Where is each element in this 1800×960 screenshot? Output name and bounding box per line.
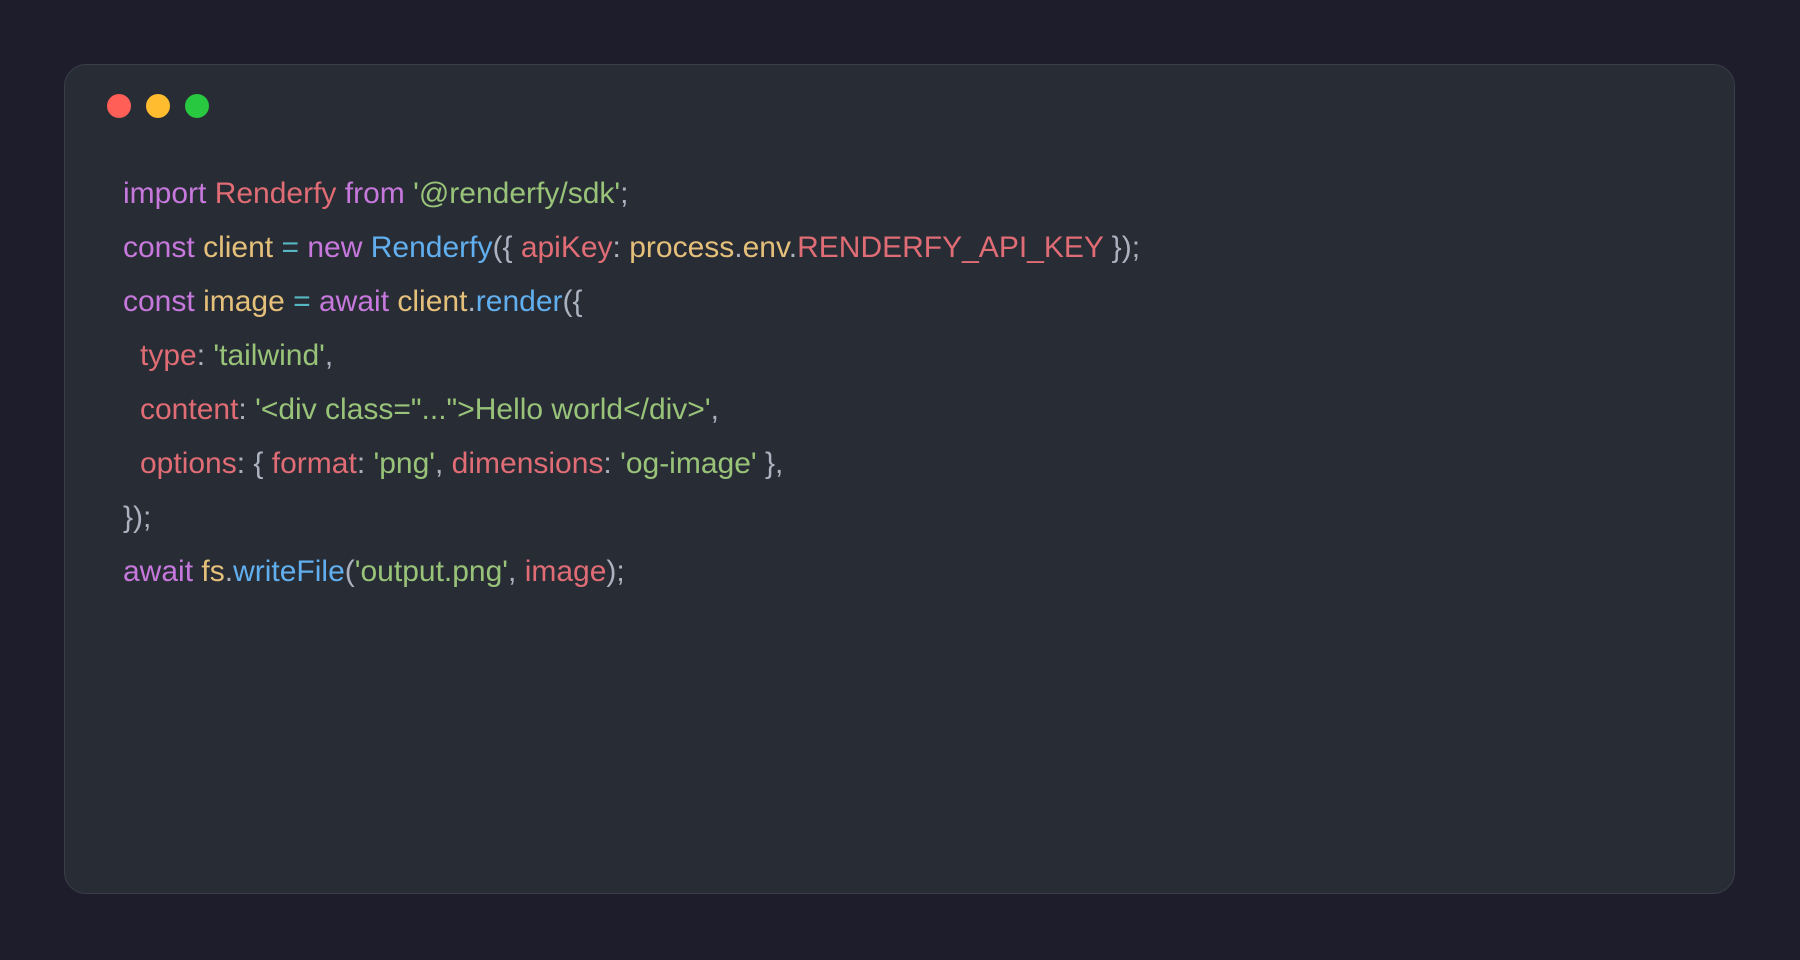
property-token: options: [140, 447, 237, 480]
variable-token: fs: [201, 555, 225, 588]
variable-token: image: [524, 555, 607, 588]
punctuation-token: );: [606, 555, 625, 588]
code-line-2: const client = new Renderfy({ apiKey: pr…: [123, 221, 1694, 275]
punctuation-token: :: [196, 339, 214, 372]
punctuation-token: .: [467, 285, 476, 318]
string-token: 'tailwind': [213, 339, 325, 372]
code-line-7: });: [123, 491, 1694, 545]
property-token: apiKey: [520, 231, 613, 264]
punctuation-token: });: [123, 501, 152, 534]
keyword-token: await: [123, 555, 194, 588]
string-token: 'og-image': [620, 447, 757, 480]
minimize-window-button[interactable]: [146, 94, 170, 118]
variable-token: env: [742, 231, 789, 264]
punctuation-token: ,: [435, 447, 452, 480]
punctuation-token: :: [603, 447, 621, 480]
function-token: render: [475, 285, 563, 318]
function-token: writeFile: [233, 555, 345, 588]
keyword-token: const: [123, 231, 195, 264]
keyword-token: const: [123, 285, 195, 318]
property-token: type: [140, 339, 197, 372]
punctuation-token: });: [1103, 231, 1141, 264]
punctuation-token: },: [756, 447, 784, 480]
punctuation-token: ({: [492, 231, 521, 264]
variable-token: client: [397, 285, 468, 318]
class-constructor-token: Renderfy: [370, 231, 493, 264]
punctuation-token: ,: [710, 393, 719, 426]
code-line-6: options: { format: 'png', dimensions: 'o…: [123, 437, 1694, 491]
class-token: Renderfy: [214, 177, 337, 210]
string-token: 'output.png': [354, 555, 509, 588]
code-line-8: await fs.writeFile('output.png', image);: [123, 545, 1694, 599]
punctuation-token: .: [788, 231, 798, 264]
keyword-token: new: [307, 231, 363, 264]
punctuation-token: :: [356, 447, 374, 480]
punctuation-token: : {: [236, 447, 272, 480]
variable-token: image: [203, 285, 285, 318]
variable-token: process: [629, 231, 735, 264]
property-token: RENDERFY_API_KEY: [797, 231, 1104, 264]
code-line-3: const image = await client.render({: [123, 275, 1694, 329]
punctuation-token: ,: [508, 555, 525, 588]
punctuation-token: .: [224, 555, 234, 588]
close-window-button[interactable]: [107, 94, 131, 118]
keyword-token: from: [344, 177, 405, 210]
string-token: 'png': [373, 447, 435, 480]
punctuation-token: ,: [324, 339, 334, 372]
string-token: '<div class="...">Hello world</div>': [255, 393, 711, 426]
variable-token: client: [203, 231, 274, 264]
window-controls: [107, 94, 209, 118]
punctuation-token: ;: [620, 177, 629, 210]
property-token: format: [271, 447, 357, 480]
punctuation-token: ({: [562, 285, 583, 318]
code-line-1: import Renderfy from '@renderfy/sdk';: [123, 167, 1694, 221]
code-window: import Renderfy from '@renderfy/sdk'; co…: [64, 64, 1735, 894]
maximize-window-button[interactable]: [185, 94, 209, 118]
punctuation-token: :: [238, 393, 256, 426]
code-line-4: type: 'tailwind',: [123, 329, 1694, 383]
keyword-token: await: [319, 285, 390, 318]
property-token: dimensions: [451, 447, 604, 480]
code-line-5: content: '<div class="...">Hello world</…: [123, 383, 1694, 437]
keyword-token: import: [123, 177, 207, 210]
punctuation-token: (: [344, 555, 355, 588]
code-block: import Renderfy from '@renderfy/sdk'; co…: [123, 167, 1694, 599]
property-token: content: [140, 393, 239, 426]
operator-token: =: [281, 231, 299, 264]
operator-token: =: [293, 285, 311, 318]
string-token: '@renderfy/sdk': [413, 177, 621, 210]
punctuation-token: .: [734, 231, 743, 264]
punctuation-token: :: [612, 231, 630, 264]
